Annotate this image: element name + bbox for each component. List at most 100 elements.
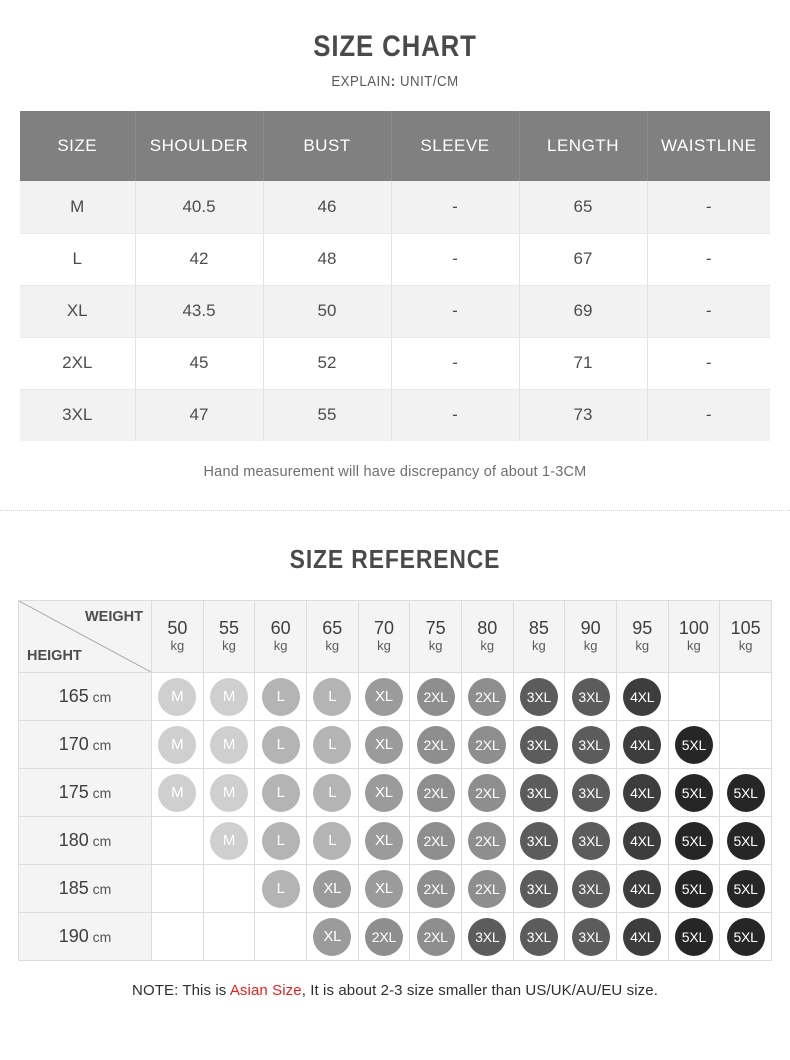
- size-bubble-5xl: 5XL: [726, 917, 765, 956]
- weight-unit: kg: [273, 637, 288, 653]
- height-value: 185: [58, 878, 89, 898]
- height-unit: cm: [88, 737, 112, 753]
- size-bubble-2xl: 2XL: [416, 917, 455, 956]
- size-reference-row: 180 cm M L L XL 2XL 2XL 3XL 3XL 4XL 5XL 5XL: [18, 816, 772, 865]
- cell-length: 71: [519, 337, 648, 390]
- cell-length: 67: [519, 233, 648, 286]
- table-row: 3XL 47 55 - 73 -: [20, 389, 770, 441]
- height-value: 165: [58, 686, 89, 706]
- weight-value: 80: [477, 617, 498, 638]
- weight-value: 50: [167, 617, 188, 638]
- size-bubble-m: M: [209, 773, 248, 812]
- cell-size: L: [20, 233, 136, 286]
- size-cell: XL: [305, 912, 359, 961]
- weight-column-header-90: 90 kg: [564, 600, 617, 673]
- size-bubble-l: L: [261, 821, 300, 860]
- size-bubble-xl: XL: [364, 773, 403, 812]
- column-header-length: LENGTH: [519, 111, 648, 181]
- size-cell: [151, 864, 204, 913]
- cell-shoulder: 45: [135, 337, 264, 390]
- size-cell: M: [151, 768, 204, 817]
- cell-bust: 50: [263, 285, 392, 338]
- size-cell: 5XL: [667, 864, 721, 913]
- weight-column-header-65: 65 kg: [305, 600, 359, 673]
- size-bubble-5xl: 5XL: [674, 869, 713, 908]
- size-cell: [151, 816, 204, 865]
- size-cell: L: [254, 864, 307, 913]
- subtitle-prefix: EXPLAIN: [331, 73, 391, 90]
- size-bubble-3xl: 3XL: [519, 821, 558, 860]
- size-bubble-4xl: 4XL: [623, 869, 662, 908]
- weight-unit: kg: [170, 637, 185, 653]
- size-bubble-5xl: 5XL: [674, 773, 713, 812]
- size-bubble-m: M: [158, 677, 197, 716]
- size-bubble-3xl: 3XL: [571, 773, 610, 812]
- size-cell: 2XL: [460, 816, 514, 865]
- size-cell: 2XL: [357, 912, 411, 961]
- size-bubble-m: M: [209, 821, 248, 860]
- size-bubble-xl: XL: [364, 677, 403, 716]
- size-reference-row: 175 cm M M L L XL 2XL 2XL 3XL 3XL 4XL 5XL 5XL: [18, 768, 772, 817]
- size-reference-table: WEIGHT HEIGHT 50 kg 55 kg 60 kg 65 kg 70 kg 75 kg 80…: [18, 600, 772, 961]
- size-cell: L: [305, 672, 359, 721]
- size-bubble-3xl: 3XL: [519, 677, 558, 716]
- size-bubble-5xl: 5XL: [674, 725, 713, 764]
- size-bubble-2xl: 2XL: [416, 869, 455, 908]
- size-bubble-5xl: 5XL: [726, 821, 765, 860]
- height-unit: cm: [88, 689, 112, 705]
- weight-column-header-70: 70 kg: [357, 600, 411, 673]
- weight-unit: kg: [687, 637, 701, 653]
- weight-unit: kg: [532, 637, 546, 653]
- size-cell: 3XL: [512, 672, 566, 721]
- column-header-size: SIZE: [20, 111, 136, 181]
- size-cell: 2XL: [460, 720, 514, 769]
- size-bubble-l: L: [313, 773, 352, 812]
- height-row-header-180: 180 cm: [18, 816, 152, 865]
- weight-value: 95: [632, 617, 653, 638]
- weight-value: 60: [270, 617, 291, 638]
- height-value: 175: [58, 782, 89, 802]
- height-unit: cm: [88, 881, 112, 897]
- size-cell: M: [202, 672, 256, 721]
- size-reference-row: 190 cm XL 2XL 2XL 3XL 3XL 3XL 4XL 5XL 5XL: [18, 912, 772, 961]
- weight-value: 55: [218, 617, 239, 638]
- size-bubble-m: M: [209, 677, 248, 716]
- cell-size: XL: [20, 285, 136, 338]
- size-cell: 3XL: [564, 768, 617, 817]
- size-cell: 4XL: [615, 816, 669, 865]
- size-cell: 5XL: [719, 816, 772, 865]
- size-cell: L: [254, 720, 307, 769]
- cell-length: 69: [519, 285, 648, 338]
- size-chart-table: SIZE SHOULDER BUST SLEEVE LENGTH WAISTLI…: [20, 111, 770, 441]
- weight-column-header-105: 105 kg: [719, 600, 772, 673]
- size-bubble-2xl: 2XL: [416, 677, 455, 716]
- note-highlight: Asian Size: [229, 982, 302, 999]
- size-reference-table-wrapper: WEIGHT HEIGHT 50 kg 55 kg 60 kg 65 kg 70 kg 75 kg 80…: [18, 600, 772, 961]
- size-cell: 5XL: [667, 912, 721, 961]
- size-cell: M: [202, 816, 256, 865]
- height-value: 180: [58, 830, 89, 850]
- size-bubble-l: L: [313, 821, 352, 860]
- weight-unit: kg: [480, 637, 495, 653]
- size-bubble-2xl: 2XL: [468, 869, 507, 908]
- size-cell: 2XL: [409, 720, 462, 769]
- weight-column-header-75: 75 kg: [409, 600, 462, 673]
- size-cell: [254, 912, 307, 961]
- weight-value: 85: [528, 617, 549, 638]
- cell-waistline: -: [647, 181, 770, 234]
- table-row: 2XL 45 52 - 71 -: [20, 337, 770, 390]
- weight-value: 100: [678, 617, 709, 638]
- height-row-header-170: 170 cm: [18, 720, 152, 769]
- size-cell: 3XL: [512, 720, 566, 769]
- column-header-waistline: WAISTLINE: [647, 111, 770, 181]
- size-bubble-3xl: 3XL: [519, 725, 558, 764]
- table-row: XL 43.5 50 - 69 -: [20, 285, 770, 338]
- height-unit: cm: [88, 929, 112, 945]
- size-bubble-l: L: [261, 869, 300, 908]
- cell-bust: 48: [263, 233, 392, 286]
- size-bubble-5xl: 5XL: [726, 869, 765, 908]
- size-cell: 5XL: [719, 912, 772, 961]
- size-bubble-3xl: 3XL: [571, 917, 610, 956]
- height-unit: cm: [88, 833, 112, 849]
- size-bubble-5xl: 5XL: [674, 917, 713, 956]
